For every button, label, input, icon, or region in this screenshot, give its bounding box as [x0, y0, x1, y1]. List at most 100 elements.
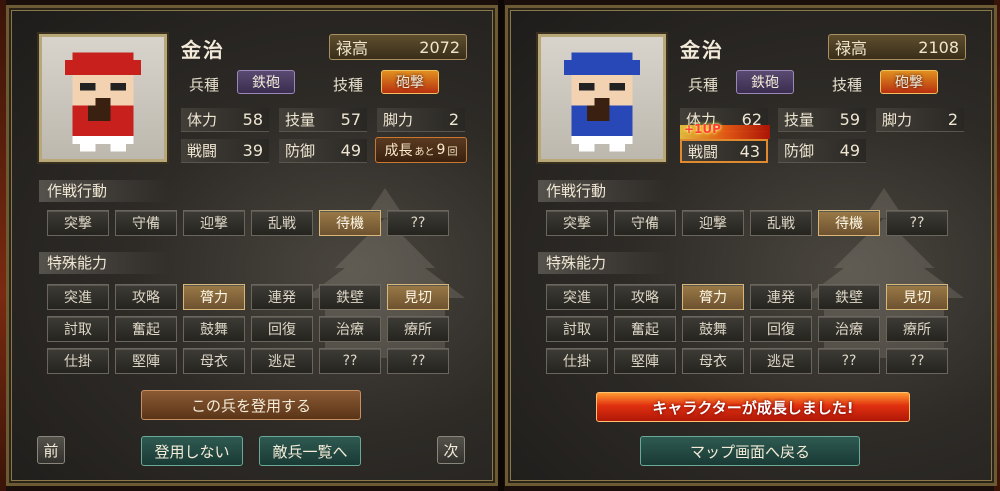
tokushu-button[interactable]: 逃足 — [251, 348, 313, 374]
sakusen-button[interactable]: 迎撃 — [183, 210, 245, 236]
heishu-label: 兵種 — [189, 76, 220, 94]
gishu-value: 砲撃 — [880, 70, 938, 94]
tokushu-button[interactable]: ?? — [886, 348, 948, 374]
panel-divider — [498, 0, 504, 491]
stat-giryou: 技量 57 — [279, 108, 367, 132]
sakusen-button[interactable]: 待機 — [319, 210, 381, 236]
sakusen-title: 作戦行動 — [39, 180, 169, 202]
kokudaka-value: 2108 — [918, 37, 959, 57]
unit-name: 金治 — [680, 38, 724, 62]
stat-kyakuryoku: 脚力 2 — [876, 108, 964, 132]
tokushu-button[interactable]: 鉄壁 — [319, 284, 381, 310]
tokushu-button[interactable]: 堅陣 — [614, 348, 676, 374]
heishu-value: 鉄砲 — [736, 70, 794, 94]
tokushu-button[interactable]: 攻略 — [115, 284, 177, 310]
tokushu-button[interactable]: 連発 — [750, 284, 812, 310]
unit-portrait — [538, 34, 666, 162]
tokushu-button[interactable]: 母衣 — [183, 348, 245, 374]
tokushu-button[interactable]: 鉄壁 — [818, 284, 880, 310]
tokushu-button[interactable]: 鼓舞 — [183, 316, 245, 342]
tokushu-title: 特殊能力 — [39, 252, 169, 274]
growth-banner: キャラクターが成長しました! — [596, 392, 910, 422]
decline-button[interactable]: 登用しない — [141, 436, 243, 466]
stat-label: 体力 — [187, 111, 218, 129]
tokushu-button[interactable]: 治療 — [818, 316, 880, 342]
enemy-list-button[interactable]: 敵兵一覧へ — [259, 436, 361, 466]
tokushu-button[interactable]: 攻略 — [614, 284, 676, 310]
kokudaka-value: 2072 — [419, 37, 460, 57]
kokudaka-box: 禄高 2108 — [828, 34, 966, 60]
unit-portrait — [39, 34, 167, 162]
unit-name: 金治 — [181, 38, 225, 62]
stat-value: 49 — [340, 141, 361, 160]
sakusen-button[interactable]: ?? — [387, 210, 449, 236]
growth-value: 9 — [436, 142, 446, 158]
growth-remaining-badge: 成長 あと 9 回 — [375, 137, 467, 163]
sakusen-button[interactable]: 乱戦 — [750, 210, 812, 236]
stat-label: 防御 — [285, 142, 316, 160]
tokushu-button[interactable]: 堅陣 — [115, 348, 177, 374]
tokushu-button[interactable]: ?? — [387, 348, 449, 374]
sakusen-button[interactable]: 乱戦 — [251, 210, 313, 236]
sakusen-button[interactable]: 守備 — [614, 210, 676, 236]
stat-label: 脚力 — [882, 111, 913, 129]
stat-label: 技量 — [285, 111, 316, 129]
tokushu-button[interactable]: 治療 — [319, 316, 381, 342]
tokushu-button[interactable]: 逃足 — [750, 348, 812, 374]
tokushu-button[interactable]: 突進 — [546, 284, 608, 310]
tokushu-button[interactable]: 見切 — [387, 284, 449, 310]
recruit-panel: 金治 禄高 2072 兵種 鉄砲 技種 砲撃 体力 58 技量 57 脚力 2 … — [6, 5, 498, 486]
stat-value: 57 — [340, 110, 361, 129]
growth-unit: 回 — [447, 146, 458, 158]
stat-sentou: 戦闘 43 — [680, 139, 768, 163]
stat-value: 2 — [448, 110, 459, 129]
tokushu-button[interactable]: 連発 — [251, 284, 313, 310]
next-button[interactable]: 次 — [437, 436, 465, 464]
tokushu-button[interactable]: ?? — [818, 348, 880, 374]
sakusen-button[interactable]: 突撃 — [546, 210, 608, 236]
stat-value: 2 — [947, 110, 958, 129]
tokushu-button[interactable]: 討取 — [546, 316, 608, 342]
tokushu-button[interactable]: 母衣 — [682, 348, 744, 374]
tokushu-button[interactable]: 鼓舞 — [682, 316, 744, 342]
tokushu-button[interactable]: 見切 — [886, 284, 948, 310]
castle-silhouette — [804, 188, 964, 358]
growth-panel: 金治 禄高 2108 兵種 鉄砲 技種 砲撃 体力 62 技量 59 脚力 2 … — [505, 5, 997, 486]
tokushu-button[interactable]: 仕掛 — [546, 348, 608, 374]
tokushu-button[interactable]: 回復 — [251, 316, 313, 342]
sakusen-button[interactable]: 迎撃 — [682, 210, 744, 236]
tokushu-button[interactable]: 仕掛 — [47, 348, 109, 374]
stat-value: 59 — [839, 110, 860, 129]
stat-value: 49 — [839, 141, 860, 160]
tokushu-button[interactable]: ?? — [319, 348, 381, 374]
sakusen-button[interactable]: 守備 — [115, 210, 177, 236]
stat-sentou: 戦闘 39 — [181, 139, 269, 163]
tokushu-button[interactable]: 奮起 — [614, 316, 676, 342]
tokushu-button[interactable]: 回復 — [750, 316, 812, 342]
gishu-label: 技種 — [333, 76, 364, 94]
kokudaka-label: 禄高 — [835, 39, 868, 58]
growth-label: 成長 — [384, 143, 413, 159]
back-to-map-button[interactable]: マップ画面へ戻る — [640, 436, 860, 466]
kokudaka-label: 禄高 — [336, 39, 369, 58]
stat-value: 43 — [739, 141, 760, 161]
sakusen-button[interactable]: 突撃 — [47, 210, 109, 236]
tokushu-button[interactable]: 療所 — [886, 316, 948, 342]
tokushu-button[interactable]: 突進 — [47, 284, 109, 310]
heishu-label: 兵種 — [688, 76, 719, 94]
sakusen-button[interactable]: ?? — [886, 210, 948, 236]
stat-label: 脚力 — [383, 111, 414, 129]
tokushu-button[interactable]: 膂力 — [183, 284, 245, 310]
tokushu-button[interactable]: 療所 — [387, 316, 449, 342]
stat-bougyo: 防御 49 — [279, 139, 367, 163]
tokushu-button[interactable]: 膂力 — [682, 284, 744, 310]
recruit-button[interactable]: この兵を登用する — [141, 390, 361, 420]
stat-tairyoku: 体力 58 — [181, 108, 269, 132]
sakusen-button[interactable]: 待機 — [818, 210, 880, 236]
prev-button[interactable]: 前 — [37, 436, 65, 464]
tokushu-button[interactable]: 討取 — [47, 316, 109, 342]
tokushu-button[interactable]: 奮起 — [115, 316, 177, 342]
gishu-label: 技種 — [832, 76, 863, 94]
castle-silhouette — [305, 188, 465, 358]
gishu-value: 砲撃 — [381, 70, 439, 94]
